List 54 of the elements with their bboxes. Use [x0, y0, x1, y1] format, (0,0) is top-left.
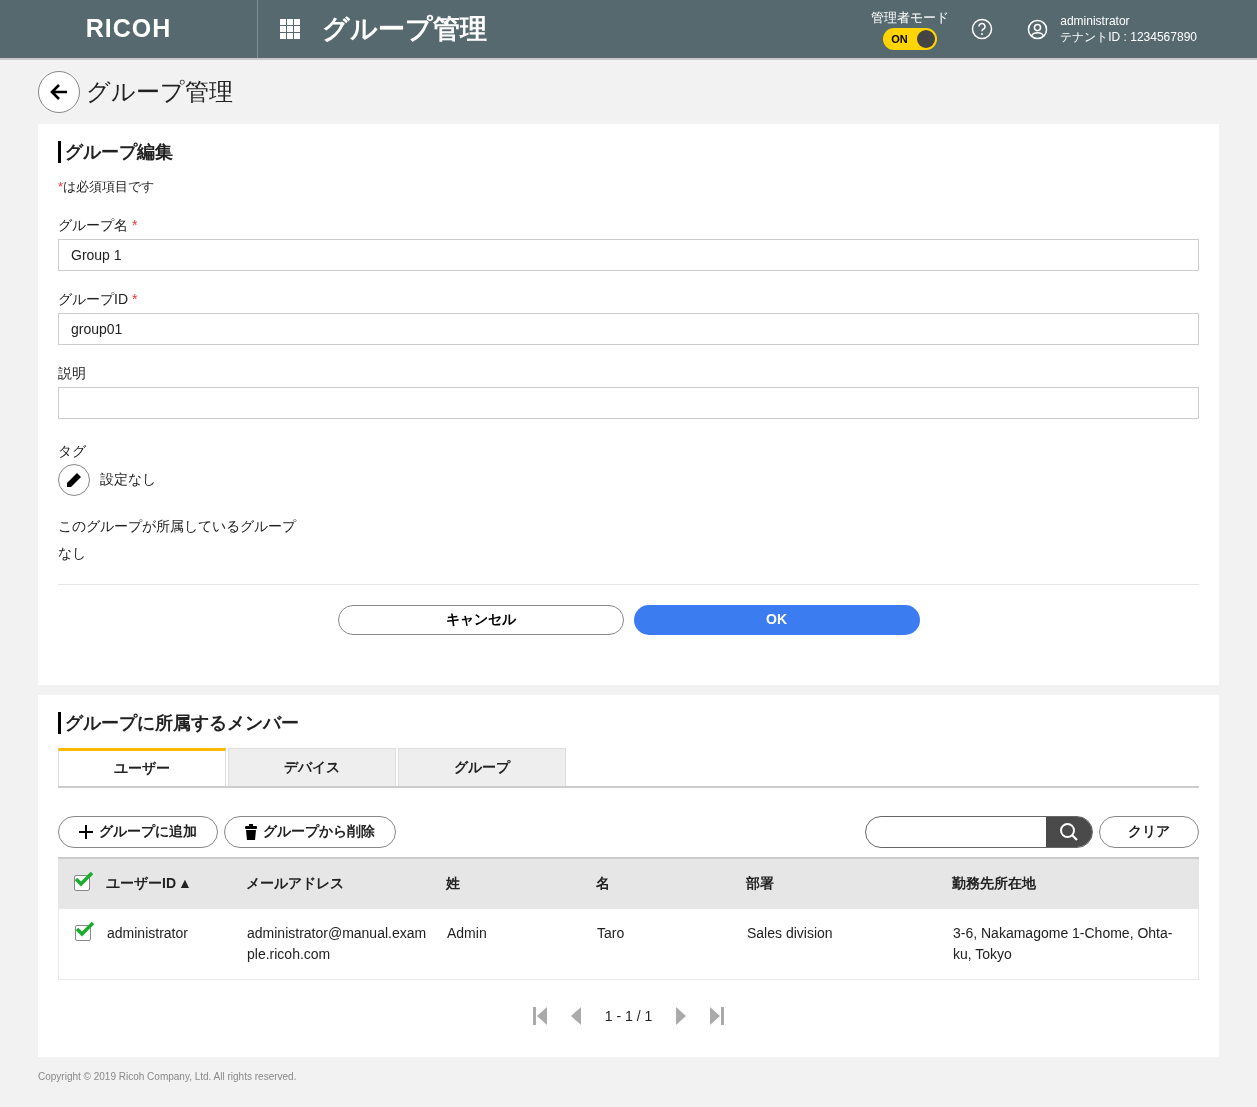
text-field[interactable]: group01 [58, 312, 1199, 345]
copyright: Copyright © 2019 Ricoh Company, Ltd. All rights reserved. [38, 1069, 298, 1084]
field-label: グループ名 * [58, 216, 139, 233]
column-header[interactable]: 姓 [446, 872, 596, 894]
column-header[interactable]: 名 [596, 872, 746, 894]
apps-grid-icon[interactable] [280, 19, 300, 39]
logo: RICOH [85, 13, 172, 45]
back-button[interactable] [38, 71, 80, 113]
page-title: グループ管理 [86, 77, 233, 107]
pencil-icon [66, 471, 82, 488]
tab[interactable]: デバイス [228, 747, 396, 786]
admin-mode-label: 管理者モード [871, 9, 950, 28]
plus-icon [79, 824, 93, 839]
column-header[interactable]: メールアドレス [246, 872, 446, 894]
column-header[interactable]: ユーザーID▲ [106, 872, 246, 894]
parent-groups-value: なし [58, 543, 87, 563]
next-page-icon[interactable] [676, 1007, 687, 1025]
app-title: グループ管理 [322, 12, 487, 46]
cancel-button[interactable]: キャンセル [337, 604, 624, 635]
tab[interactable]: グループ [398, 747, 566, 786]
trash-icon [245, 823, 257, 840]
field-label: グループID * [58, 290, 139, 307]
ok-button[interactable]: OK [633, 604, 920, 635]
check-icon [75, 920, 95, 937]
table-cell-text: administrator@manual.example.ricoh.com [247, 923, 428, 964]
table-cell-text: administrator [107, 923, 189, 943]
section-title: グループ編集 [58, 141, 1199, 163]
column-header[interactable]: 部署 [746, 872, 952, 894]
tab[interactable]: ユーザー [58, 747, 226, 786]
table-cell-text: Sales division [747, 923, 834, 943]
search-icon[interactable] [1059, 821, 1079, 842]
required-note: *は必須項目です [58, 178, 156, 196]
field-label: 説明 [58, 364, 87, 381]
table-cell-text: Admin [447, 923, 488, 943]
text-field[interactable]: Group 1 [58, 238, 1199, 271]
page-indicator: 1 - 1 / 1 [604, 1006, 653, 1026]
help-icon[interactable] [971, 18, 994, 40]
field-label: タグ [58, 441, 87, 461]
first-page-icon[interactable] [532, 1007, 547, 1025]
check-icon [74, 871, 94, 887]
previous-page-icon[interactable] [570, 1007, 581, 1025]
section-title: グループに所属するメンバー [58, 711, 1199, 734]
last-page-icon[interactable] [710, 1007, 725, 1025]
admin-mode-toggle[interactable]: ON [883, 27, 938, 50]
table-cell-text: Taro [597, 923, 626, 943]
field-label: このグループが所属しているグループ [58, 516, 298, 536]
tenant-id: テナントID : 1234567890 [1060, 29, 1197, 45]
back-arrow-icon [49, 82, 69, 102]
user-icon [1027, 18, 1049, 40]
text-field[interactable] [58, 386, 1199, 419]
table-cell-text: 3-6, Nakamagome 1-Chome, Ohta-ku, Tokyo [953, 923, 1174, 964]
tag-value: 設定なし [100, 470, 156, 489]
user-name: administrator [1060, 13, 1131, 29]
column-header[interactable]: 勤務先所在地 [952, 872, 1199, 894]
